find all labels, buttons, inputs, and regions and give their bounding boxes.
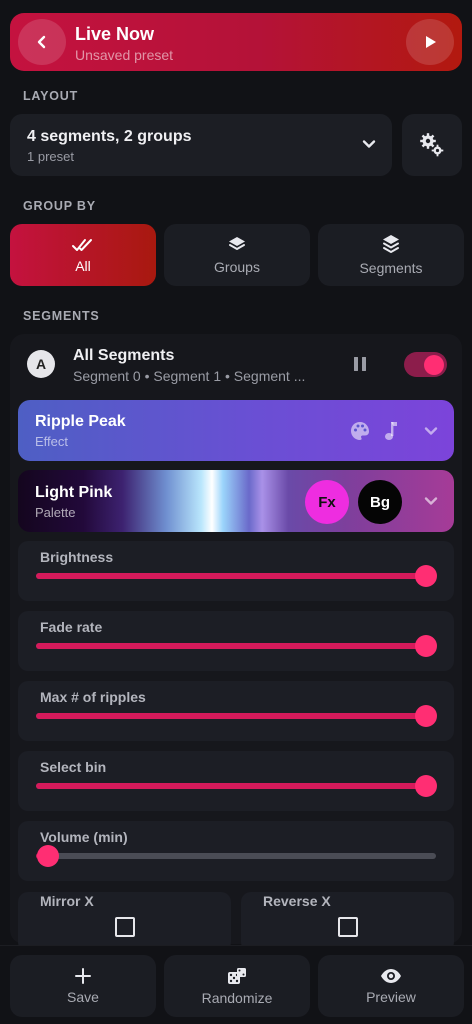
layers-icon: [229, 237, 245, 250]
all-segments-subtitle: Segment 0 • Segment 1 • Segment ...: [73, 368, 306, 384]
eye-icon: [381, 968, 401, 983]
slider-label: Max # of ripples: [40, 689, 146, 705]
slider-label: Volume (min): [40, 829, 128, 845]
slider-fill: [36, 783, 426, 789]
preview-button[interactable]: Preview: [318, 955, 464, 1017]
brightness-slider-card: Brightness: [18, 541, 454, 601]
brightness-slider[interactable]: [36, 565, 437, 587]
gears-icon: [420, 133, 444, 157]
music-note-icon[interactable]: [382, 420, 398, 442]
slider-thumb[interactable]: [415, 565, 437, 587]
reverse-x-checkbox[interactable]: [338, 917, 358, 937]
save-label: Save: [67, 988, 99, 1005]
pause-icon[interactable]: [352, 356, 368, 372]
slider-thumb[interactable]: [415, 775, 437, 797]
layout-select[interactable]: 4 segments, 2 groups 1 preset: [10, 114, 392, 176]
chevron-down-icon: [362, 140, 376, 148]
palette-name: Light Pink: [35, 484, 113, 501]
group-by-section-label: GROUP BY: [23, 199, 96, 213]
mirror-x-checkbox[interactable]: [115, 917, 135, 937]
volume-min-slider[interactable]: [36, 845, 436, 867]
reverse-x-card: Reverse X: [241, 892, 454, 952]
randomize-button[interactable]: Randomize: [164, 955, 310, 1017]
live-subtitle: Unsaved preset: [75, 47, 174, 63]
select-bin-slider-card: Select bin: [18, 751, 454, 811]
palette-fx-button[interactable]: Fx: [305, 480, 349, 524]
tab-all-label: All: [75, 258, 91, 274]
layout-select-subtext: 1 preset: [27, 149, 74, 164]
mirror-x-card: Mirror X: [18, 892, 231, 952]
effect-name: Ripple Peak: [35, 413, 126, 430]
slider-label: Select bin: [40, 759, 107, 775]
avatar: A: [27, 350, 55, 378]
slider-label: Fade rate: [40, 619, 103, 635]
live-title: Live Now: [75, 24, 155, 44]
toggle-knob: [424, 354, 444, 375]
select-bin-slider[interactable]: [36, 775, 437, 797]
layers-stack-icon: [383, 235, 399, 253]
slider-thumb[interactable]: [415, 705, 437, 727]
checkbox-label: Reverse X: [263, 893, 331, 909]
chevron-left-icon: [37, 35, 46, 49]
layout-select-value: 4 segments, 2 groups: [27, 128, 192, 145]
double-check-icon: [72, 239, 92, 251]
effect-sub: Effect: [35, 434, 69, 449]
tab-groups[interactable]: Groups: [164, 224, 310, 286]
slider-label: Brightness: [40, 549, 114, 565]
chevron-down-icon[interactable]: [422, 492, 440, 510]
save-button[interactable]: Save: [10, 955, 156, 1017]
chevron-down-icon[interactable]: [422, 422, 440, 440]
palette-icon[interactable]: [349, 420, 371, 442]
palette-bg-button[interactable]: Bg: [358, 480, 402, 524]
palette-selector[interactable]: Light Pink Palette Fx Bg: [18, 470, 454, 532]
all-segments-title[interactable]: All Segments: [73, 347, 174, 365]
tab-segments[interactable]: Segments: [318, 224, 464, 286]
slider-thumb[interactable]: [37, 845, 59, 867]
checkbox-label: Mirror X: [40, 893, 94, 909]
live-now-banner: Live Now Unsaved preset: [10, 13, 462, 71]
fade-rate-slider[interactable]: [36, 635, 437, 657]
max-ripples-slider-card: Max # of ripples: [18, 681, 454, 741]
play-icon: [426, 36, 436, 48]
tab-segments-label: Segments: [359, 260, 423, 276]
layout-settings-button[interactable]: [402, 114, 462, 176]
dice-icon: [228, 967, 246, 984]
all-segments-toggle[interactable]: [404, 352, 447, 377]
layout-section-label: LAYOUT: [23, 89, 79, 103]
tab-all[interactable]: All: [10, 224, 156, 286]
bottom-action-bar: Save Randomize Preview: [0, 945, 472, 1024]
tab-groups-label: Groups: [214, 259, 260, 275]
plus-icon: [75, 967, 91, 984]
volume-min-slider-card: Volume (min): [18, 821, 454, 881]
preview-label: Preview: [366, 988, 416, 1005]
play-button[interactable]: [406, 19, 454, 65]
back-button[interactable]: [18, 19, 66, 65]
palette-sub: Palette: [35, 505, 76, 520]
fade-rate-slider-card: Fade rate: [18, 611, 454, 671]
effect-selector[interactable]: Ripple Peak Effect: [18, 400, 454, 461]
slider-fill: [36, 643, 426, 649]
slider-fill: [36, 573, 426, 579]
slider-thumb[interactable]: [415, 635, 437, 657]
segments-section-label: SEGMENTS: [23, 309, 100, 323]
randomize-label: Randomize: [201, 989, 273, 1006]
max-ripples-slider[interactable]: [36, 705, 437, 727]
slider-fill: [36, 713, 426, 719]
